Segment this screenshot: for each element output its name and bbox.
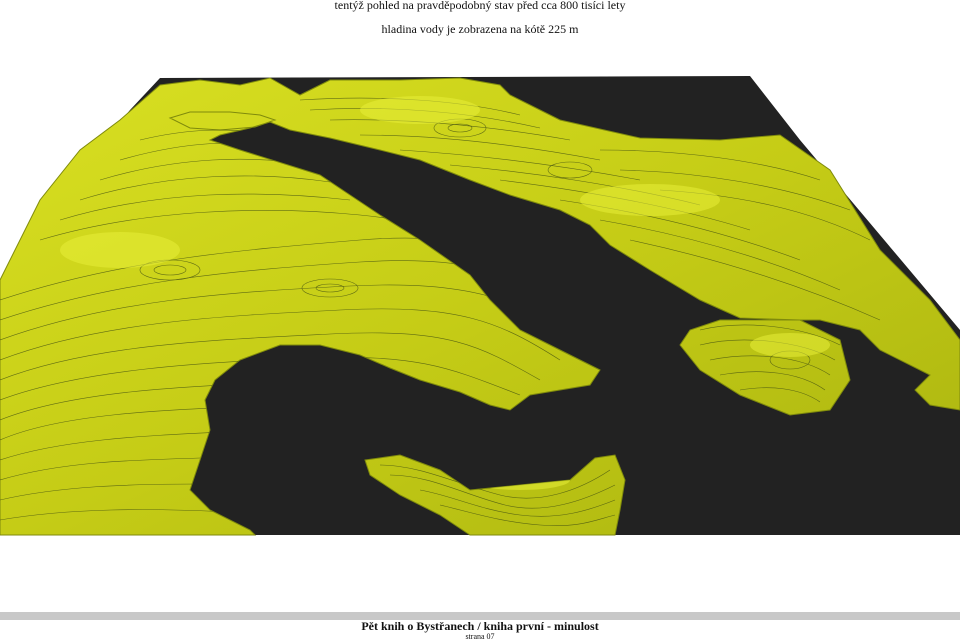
caption-line-2: hladina vody je zobrazena na kótě 225 m bbox=[381, 22, 579, 36]
caption-line-1: tentýž pohled na pravděpodobný stav před… bbox=[334, 0, 626, 12]
terrain-render bbox=[0, 70, 960, 540]
page-number: strana 07 bbox=[465, 632, 495, 641]
footer-title: Pět knih o Bystřanech / kniha první - mi… bbox=[361, 619, 599, 633]
